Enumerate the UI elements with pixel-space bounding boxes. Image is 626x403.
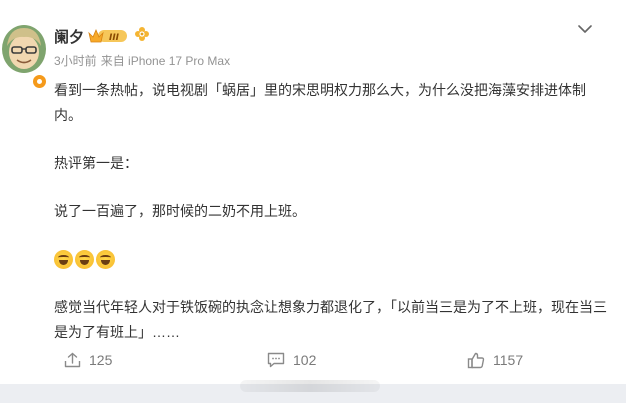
comment-icon (267, 352, 285, 368)
comment-count: 102 (293, 352, 317, 368)
post-paragraph: 说了一百遍了，那时候的二奶不用上班。 (54, 203, 306, 219)
verified-badge-icon (31, 73, 48, 90)
post-paragraph: 感觉当代年轻人对于铁饭碗的执念让想象力都退化了，「以前当三是为了不上班，现在当三… (54, 299, 607, 340)
laugh-cry-emoji-icon (54, 250, 73, 269)
member-level-badge-icon[interactable]: III (88, 27, 128, 45)
laugh-cry-emoji-icon (96, 250, 115, 269)
post-paragraph: 看到一条热帖，说电视剧「蜗居」里的宋思明权力那么大，为什么没把海藻安排进体制内。 (54, 82, 586, 123)
username[interactable]: 阑夕 (54, 26, 84, 47)
level-badge-text: III (109, 33, 120, 43)
share-icon (64, 352, 81, 368)
action-bar: 125 102 1157 (0, 346, 626, 374)
watermark (240, 380, 380, 392)
share-count: 125 (89, 352, 113, 368)
post-card: 阑夕 III 3小时前 来自 iPhone 17 Pro Max 看到一条热帖，说… (0, 0, 626, 384)
comment-button[interactable]: 102 (267, 346, 316, 374)
post-meta: 3小时前 来自 iPhone 17 Pro Max (54, 52, 230, 69)
chevron-down-icon[interactable] (574, 19, 596, 39)
post-time[interactable]: 3小时前 (54, 54, 97, 68)
like-button[interactable]: 1157 (467, 346, 523, 374)
flower-badge-icon[interactable] (134, 26, 150, 42)
post-text: 看到一条热帖，说电视剧「蜗居」里的宋思明权力那么大，为什么没把海藻安排进体制内。… (54, 78, 610, 345)
laugh-cry-emoji-icon (75, 250, 94, 269)
avatar[interactable] (1, 16, 48, 90)
post-source: 来自 iPhone 17 Pro Max (100, 54, 231, 68)
like-count: 1157 (493, 352, 524, 368)
share-button[interactable]: 125 (64, 346, 112, 374)
emoji-row (54, 247, 610, 272)
thumbs-up-icon (467, 352, 485, 368)
post-paragraph: 热评第一是： (54, 155, 138, 171)
